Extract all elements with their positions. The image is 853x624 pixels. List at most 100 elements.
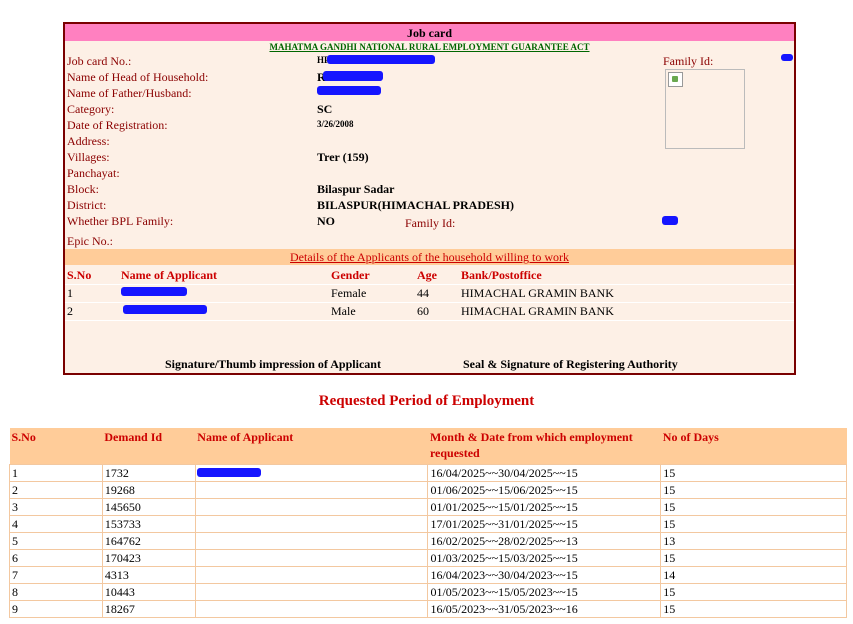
col-gender: Gender (331, 268, 370, 282)
table-row: 5 164762 16/02/2025~~28/02/2025~~13 13 (9, 532, 847, 550)
applicant-2-gender: Male (331, 304, 356, 318)
cell-period: 16/04/2025~~30/04/2025~~15 (427, 464, 662, 482)
table-row: 9 18267 16/05/2023~~31/05/2023~~16 15 (9, 600, 847, 618)
cell-days: 14 (660, 566, 847, 584)
category-label: Category: (67, 102, 115, 116)
broken-image-icon (668, 72, 683, 87)
redaction-family-id (662, 216, 678, 225)
redaction-applicant-1 (121, 287, 187, 296)
cell-demand-id: 19268 (101, 481, 196, 499)
row-divider (65, 302, 794, 303)
cell-period: 16/02/2025~~28/02/2025~~13 (427, 532, 662, 550)
cell-sno: 2 (9, 481, 103, 499)
table-row: 3 145650 01/01/2025~~15/01/2025~~15 15 (9, 498, 847, 516)
cell-applicant-name (194, 481, 429, 499)
cell-period: 01/03/2025~~15/03/2025~~15 (427, 549, 662, 567)
redaction-father-name (317, 86, 381, 95)
table-row: 4 153733 17/01/2025~~31/01/2025~~15 15 (9, 515, 847, 533)
father-husband-label: Name of Father/Husband: (67, 86, 192, 100)
cell-applicant-name (194, 515, 429, 533)
cell-applicant-name (194, 600, 429, 618)
cell-demand-id: 145650 (101, 498, 196, 516)
cell-days: 15 (660, 549, 847, 567)
applicant-signature-label: Signature/Thumb impression of Applicant (165, 357, 381, 371)
head-of-household-label: Name of Head of Household: (67, 70, 209, 84)
cell-applicant-name (194, 532, 429, 550)
family-id-top-label: Family Id: (663, 54, 714, 68)
address-label: Address: (67, 134, 110, 148)
header-sno: S.No (9, 428, 103, 465)
cell-sno: 7 (9, 566, 103, 584)
cell-sno: 6 (9, 549, 103, 567)
family-id-label: Family Id: (405, 216, 456, 230)
cell-demand-id: 18267 (101, 600, 196, 618)
redaction-applicant-2 (123, 305, 207, 314)
applicant-2-bank: HIMACHAL GRAMIN BANK (461, 304, 614, 318)
cell-days: 15 (660, 583, 847, 601)
header-applicant-name: Name of Applicant (195, 428, 428, 465)
cell-period: 16/04/2023~~30/04/2023~~15 (427, 566, 662, 584)
cell-sno: 4 (9, 515, 103, 533)
epic-no-label: Epic No.: (67, 234, 113, 248)
cell-sno: 5 (9, 532, 103, 550)
cell-sno: 8 (9, 583, 103, 601)
bpl-family-label: Whether BPL Family: (67, 214, 174, 228)
job-card-title: Job card (65, 24, 794, 41)
applicant-2-age: 60 (417, 304, 429, 318)
bpl-family-value: NO (317, 214, 335, 228)
header-days: No of Days (660, 428, 847, 465)
cell-demand-id: 10443 (101, 583, 196, 601)
cell-demand-id: 1732 (101, 464, 196, 482)
col-age: Age (417, 268, 437, 282)
cell-period: 01/05/2023~~15/05/2023~~15 (427, 583, 662, 601)
cell-days: 15 (660, 464, 847, 482)
cell-demand-id: 4313 (101, 566, 196, 584)
act-name: MAHATMA GANDHI NATIONAL RURAL EMPLOYMENT… (269, 42, 590, 52)
row-divider (65, 284, 794, 285)
cell-demand-id: 170423 (101, 549, 196, 567)
redaction-head-name (323, 71, 383, 81)
header-period: Month & Date from which employment reque… (427, 428, 661, 465)
cell-applicant-name (194, 549, 429, 567)
category-value: SC (317, 102, 333, 116)
block-label: Block: (67, 182, 99, 196)
cell-applicant-name (194, 498, 429, 516)
district-label: District: (67, 198, 107, 212)
job-card-no-label: Job card No.: (67, 54, 132, 68)
redaction-requested-applicant (196, 468, 261, 477)
applicant-1-sno: 1 (67, 286, 73, 300)
table-row: 6 170423 01/03/2025~~15/03/2025~~15 15 (9, 549, 847, 567)
applicant-1-gender: Female (331, 286, 367, 300)
cell-days: 15 (660, 498, 847, 516)
cell-applicant-name (194, 566, 429, 584)
cell-sno: 1 (9, 464, 103, 482)
cell-period: 16/05/2023~~31/05/2023~~16 (427, 600, 662, 618)
cell-period: 01/01/2025~~15/01/2025~~15 (427, 498, 662, 516)
cell-period: 17/01/2025~~31/01/2025~~15 (427, 515, 662, 533)
col-bank: Bank/Postoffice (461, 268, 542, 282)
header-demand-id: Demand Id (102, 428, 196, 465)
cell-applicant-name (194, 583, 429, 601)
villages-value: Trer (159) (317, 150, 369, 164)
job-card: Job card MAHATMA GANDHI NATIONAL RURAL E… (63, 22, 796, 375)
applicant-2-sno: 2 (67, 304, 73, 318)
cell-applicant-name (194, 464, 429, 482)
cell-days: 13 (660, 532, 847, 550)
table-row: 2 19268 01/06/2025~~15/06/2025~~15 15 (9, 481, 847, 499)
cell-demand-id: 164762 (101, 532, 196, 550)
cell-demand-id: 153733 (101, 515, 196, 533)
table-row: 1 1732 16/04/2025~~30/04/2025~~15 15 (9, 464, 847, 482)
row-divider (65, 320, 794, 321)
table-header-row: S.No Demand Id Name of Applicant Month &… (9, 428, 847, 465)
requested-period-title: Requested Period of Employment (318, 393, 535, 409)
col-sno: S.No (67, 268, 92, 282)
redaction-family-id-top (781, 54, 793, 61)
applicant-1-bank: HIMACHAL GRAMIN BANK (461, 286, 614, 300)
registration-date-label: Date of Registration: (67, 118, 168, 132)
authority-signature-label: Seal & Signature of Registering Authorit… (463, 357, 678, 371)
cell-sno: 3 (9, 498, 103, 516)
requested-period-table: S.No Demand Id Name of Applicant Month &… (9, 428, 847, 618)
applicant-photo (665, 69, 745, 149)
redaction-job-card-no (327, 55, 435, 64)
cell-days: 15 (660, 481, 847, 499)
